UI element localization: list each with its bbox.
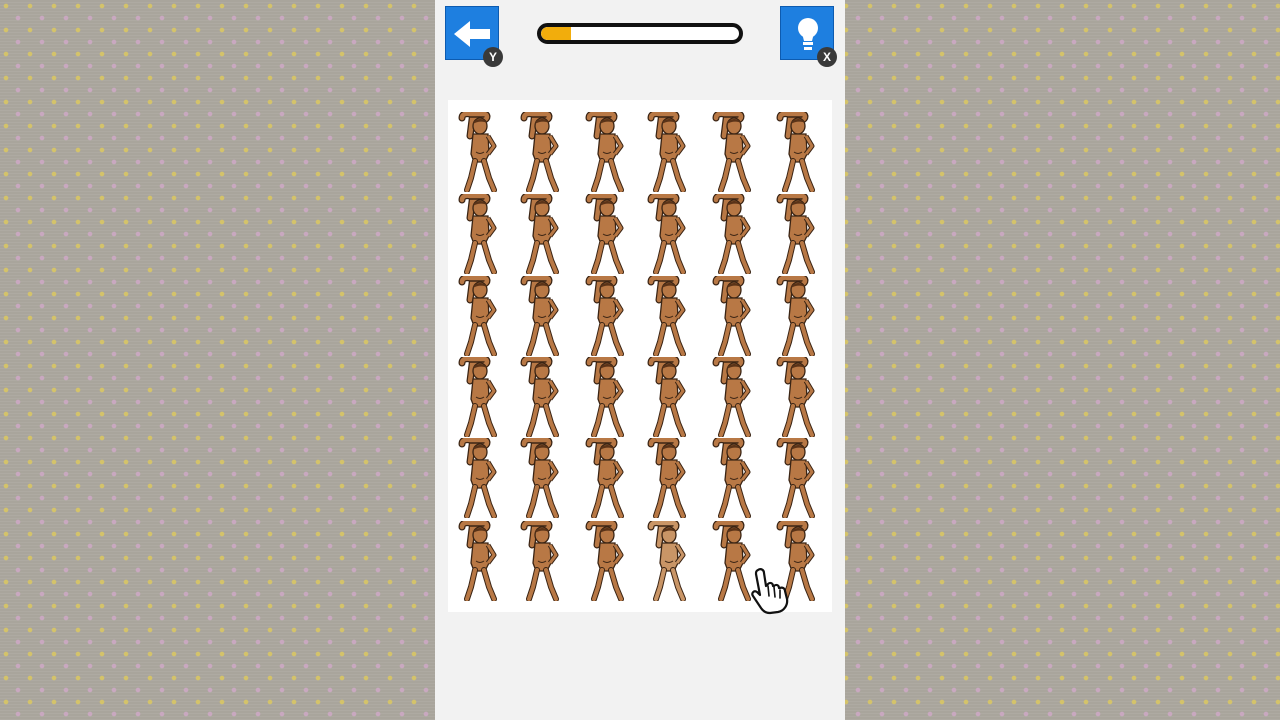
stretching-person-figure[interactable]	[520, 194, 564, 274]
stretching-person-figure[interactable]	[520, 276, 564, 356]
stretching-person-figure[interactable]	[647, 438, 691, 518]
stretching-person-figure[interactable]	[458, 521, 502, 601]
stretching-person-figure[interactable]	[712, 112, 756, 192]
stretching-person-figure[interactable]	[458, 276, 502, 356]
stretching-person-figure[interactable]	[776, 521, 820, 601]
controller-x-badge: X	[817, 47, 837, 67]
stretching-person-figure[interactable]	[458, 357, 502, 437]
stretching-person-figure[interactable]	[585, 357, 629, 437]
level-progress-bar	[537, 23, 743, 44]
stretching-person-figure[interactable]	[458, 112, 502, 192]
stretching-person-figure[interactable]	[585, 276, 629, 356]
stretching-person-odd-figure[interactable]	[647, 521, 691, 601]
stretching-person-figure[interactable]	[520, 438, 564, 518]
progress-fill	[541, 27, 571, 40]
stretching-person-figure[interactable]	[458, 194, 502, 274]
stretching-person-figure[interactable]	[520, 521, 564, 601]
stretching-person-figure[interactable]	[776, 438, 820, 518]
controller-y-badge: Y	[483, 47, 503, 67]
stretching-person-figure[interactable]	[647, 357, 691, 437]
stretching-person-figure[interactable]	[776, 276, 820, 356]
stretching-person-figure[interactable]	[585, 438, 629, 518]
stretching-person-figure[interactable]	[647, 112, 691, 192]
stretching-person-figure[interactable]	[712, 276, 756, 356]
stretching-person-figure[interactable]	[776, 357, 820, 437]
puzzle-card	[448, 100, 832, 612]
stretching-person-figure[interactable]	[712, 194, 756, 274]
stretching-person-figure[interactable]	[520, 112, 564, 192]
stretching-person-figure[interactable]	[647, 276, 691, 356]
stretching-person-figure[interactable]	[712, 438, 756, 518]
stretching-person-figure[interactable]	[585, 194, 629, 274]
stretching-person-figure[interactable]	[585, 112, 629, 192]
stretching-person-figure[interactable]	[712, 357, 756, 437]
stretching-person-figure[interactable]	[520, 357, 564, 437]
stretching-person-figure[interactable]	[458, 438, 502, 518]
stretching-person-figure[interactable]	[776, 194, 820, 274]
stretching-person-figure[interactable]	[712, 521, 756, 601]
stretching-person-figure[interactable]	[585, 521, 629, 601]
stretching-person-figure[interactable]	[647, 194, 691, 274]
stretching-person-figure[interactable]	[776, 112, 820, 192]
